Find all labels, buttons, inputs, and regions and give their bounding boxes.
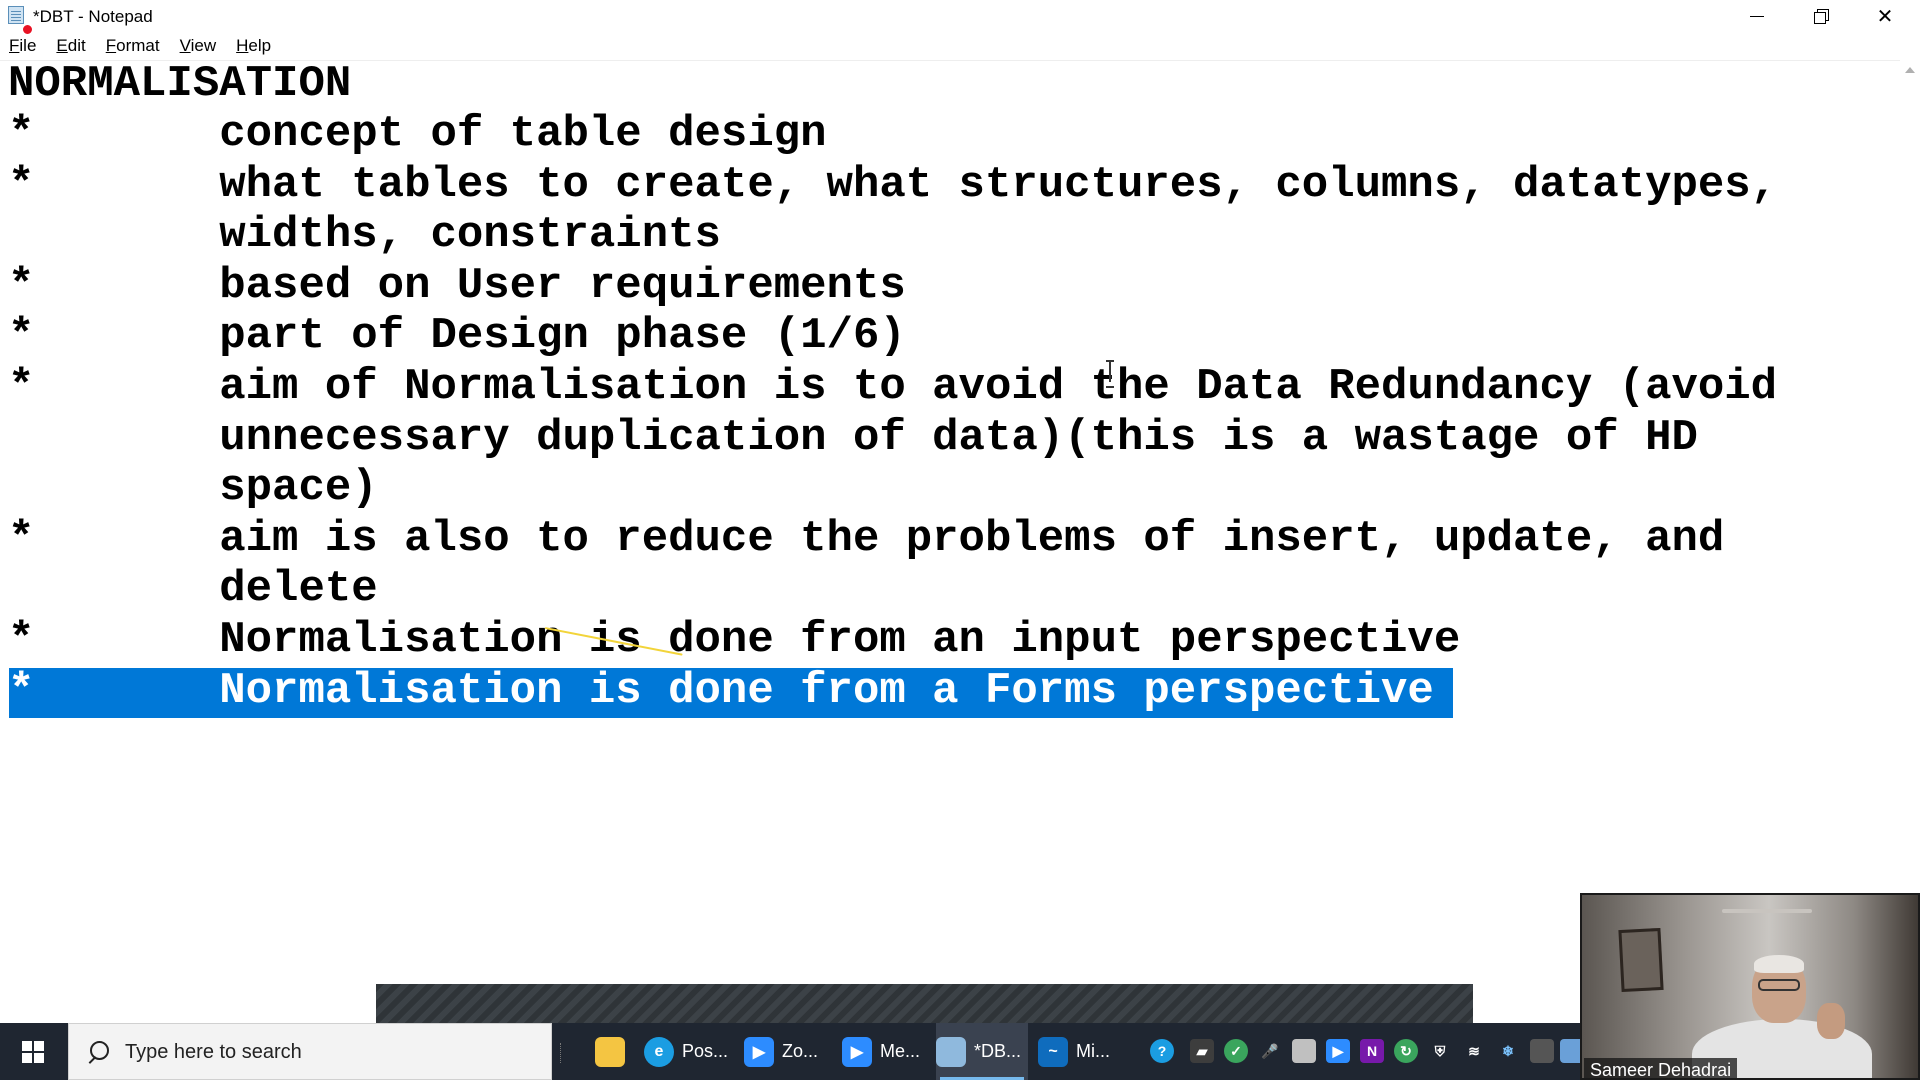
window-title: *DBT - Notepad: [33, 7, 153, 26]
close-button[interactable]: ✕: [1854, 0, 1916, 32]
menu-file[interactable]: File: [0, 34, 46, 58]
taskbar-app-notepad[interactable]: *DB...: [936, 1023, 1028, 1080]
doc-line[interactable]: * part of Design phase (1/6): [8, 311, 906, 361]
notepad-icon: [936, 1036, 966, 1067]
webcam-video-feed[interactable]: Sameer Dehadrai: [1580, 893, 1920, 1080]
doc-line[interactable]: NORMALISATION: [8, 59, 351, 109]
taskbar-app-file-explorer[interactable]: [588, 1023, 632, 1080]
battery-icon[interactable]: [1292, 1039, 1316, 1063]
help-icon[interactable]: ?: [1150, 1039, 1174, 1063]
restore-button[interactable]: [1790, 0, 1852, 32]
start-button[interactable]: [0, 1023, 66, 1080]
nvidia-icon[interactable]: ▰: [1190, 1039, 1214, 1063]
zoom-icon: ▶: [744, 1036, 774, 1067]
notepad-app-icon[interactable]: [6, 4, 33, 35]
file-explorer-icon: [595, 1036, 625, 1067]
menu-edit[interactable]: Edit: [46, 34, 95, 58]
text-cursor-icon: [1105, 360, 1115, 388]
windows-logo-icon: [22, 1040, 44, 1063]
doc-line[interactable]: delete: [8, 564, 377, 614]
tray-app-icon[interactable]: [1530, 1039, 1554, 1063]
doc-line[interactable]: * aim is also to reduce the problems of …: [8, 514, 1724, 564]
doc-line[interactable]: * aim of Normalisation is to avoid the D…: [8, 362, 1777, 412]
wall-picture-frame: [1618, 927, 1664, 993]
security-check-icon[interactable]: ✓: [1224, 1039, 1248, 1063]
presenter-hand: [1817, 1003, 1845, 1039]
shield-icon[interactable]: ⛨: [1428, 1039, 1452, 1063]
doc-line[interactable]: * Normalisation is done from an input pe…: [8, 615, 1460, 665]
restore-icon: [1814, 9, 1829, 24]
taskbar-app-whiteboard[interactable]: ~ Mi...: [1038, 1023, 1122, 1080]
doc-line[interactable]: * concept of table design: [8, 109, 827, 159]
microphone-icon[interactable]: 🎤: [1258, 1039, 1282, 1063]
zoom-tray-icon[interactable]: ▶: [1326, 1039, 1350, 1063]
doc-line[interactable]: widths, constraints: [8, 210, 721, 260]
zoom-meeting-icon: ▶: [842, 1036, 872, 1067]
onenote-icon[interactable]: N: [1360, 1039, 1384, 1063]
search-placeholder: Type here to search: [125, 1041, 302, 1063]
doc-line[interactable]: unnecessary duplication of data)(this is…: [8, 413, 1698, 463]
title-bar: *DBT - Notepad ✕: [0, 0, 1920, 35]
taskbar-search-box[interactable]: Type here to search: [68, 1023, 552, 1080]
taskbar-app-zoom[interactable]: ▶ Zo...: [744, 1023, 832, 1080]
snowflake-icon[interactable]: ❄: [1496, 1039, 1520, 1063]
menu-format[interactable]: Format: [96, 34, 170, 58]
menu-help[interactable]: Help: [226, 34, 281, 58]
wifi-icon[interactable]: ≋: [1462, 1039, 1486, 1063]
taskbar-app-zoom-meeting[interactable]: ▶ Me...: [842, 1023, 930, 1080]
menu-view[interactable]: View: [170, 34, 227, 58]
doc-line[interactable]: space): [8, 463, 377, 513]
ceiling-fan: [1722, 909, 1812, 913]
doc-line-selected[interactable]: * Normalisation is done from a Forms per…: [8, 666, 1434, 716]
minimize-icon: [1750, 15, 1764, 17]
vertical-scrollbar[interactable]: [1900, 61, 1920, 1023]
taskbar-app-edge[interactable]: e Pos...: [644, 1023, 736, 1080]
taskbar-separator: [560, 1043, 562, 1063]
whiteboard-icon: ~: [1038, 1036, 1068, 1067]
sync-icon[interactable]: ↻: [1394, 1039, 1418, 1063]
screen-share-toolbar-strip: [376, 984, 1473, 1023]
close-icon: ✕: [1876, 5, 1894, 28]
search-icon: [87, 1041, 109, 1063]
doc-line[interactable]: * what tables to create, what structures…: [8, 160, 1777, 210]
glasses-icon: [1758, 979, 1800, 991]
participant-name-label: Sameer Dehadrai: [1584, 1058, 1738, 1078]
scroll-up-arrow-icon[interactable]: [1905, 67, 1915, 73]
doc-line[interactable]: * based on User requirements: [8, 261, 906, 311]
minimize-button[interactable]: [1726, 0, 1788, 32]
edge-icon: e: [644, 1036, 674, 1067]
menu-bar: File Edit Format View Help: [0, 34, 1920, 58]
